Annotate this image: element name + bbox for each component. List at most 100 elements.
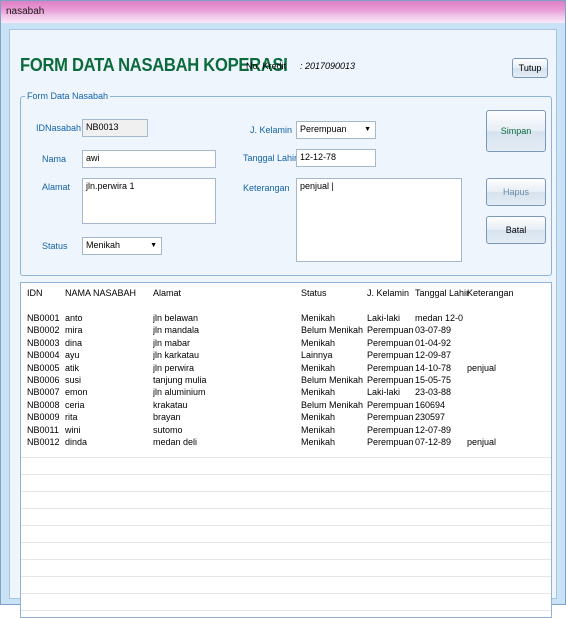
status-label: Status bbox=[42, 241, 68, 251]
app-window: nasabah FORM DATA NASABAH KOPERASI No. K… bbox=[0, 0, 566, 618]
table-row[interactable]: NB0008 ceria krakatau Belum Menikah Perempua… bbox=[21, 400, 551, 412]
empty-row-line bbox=[21, 610, 551, 612]
nasabah-table[interactable]: IDN NAMA NASABAH Alamat Status J. Kelami… bbox=[20, 282, 552, 618]
alamat-field[interactable]: jln.perwira 1 bbox=[82, 178, 216, 224]
empty-row-line bbox=[21, 525, 551, 527]
column-header[interactable]: NAMA NASABAH bbox=[65, 288, 136, 298]
table-row[interactable]: NB0004 ayu jln karkatau Lainnya Perempuan 12-… bbox=[21, 350, 551, 362]
table-header: IDN NAMA NASABAH Alamat Status J. Kelami… bbox=[21, 283, 551, 305]
table-cell: medan 12-08-... bbox=[415, 313, 463, 323]
table-cell: penjual bbox=[467, 362, 497, 373]
table-cell: Menikah bbox=[301, 313, 336, 323]
chevron-down-icon[interactable]: ▼ bbox=[364, 126, 371, 133]
column-header[interactable]: J. Kelamin bbox=[367, 288, 409, 298]
table-row[interactable]: NB0012 dinda medan deli Menikah Perempuan 07-… bbox=[21, 437, 551, 449]
table-cell: 01-04-92 bbox=[415, 337, 452, 348]
table-cell: NB0007 bbox=[27, 387, 60, 398]
table-cell: Perempuan bbox=[367, 437, 414, 447]
jkelamin-value: Perempuan bbox=[300, 124, 347, 134]
empty-row-line bbox=[21, 508, 551, 510]
simpan-button-label: Simpan bbox=[500, 126, 532, 136]
table-cell: wini bbox=[65, 424, 81, 435]
table-cell: Belum Menikah bbox=[301, 375, 364, 385]
simpan-button[interactable]: Simpan bbox=[486, 110, 546, 152]
table-cell: emon bbox=[65, 387, 88, 398]
table-cell: 12-07-89 bbox=[415, 424, 452, 435]
table-cell: jln mabar bbox=[153, 337, 191, 348]
table-cell: 03-07-89 bbox=[415, 325, 452, 336]
idnasabah-field[interactable]: NB0013 bbox=[82, 119, 148, 137]
alamat-label: Alamat bbox=[42, 182, 71, 192]
keterangan-value: penjual | bbox=[300, 181, 334, 191]
table-cell: penjual bbox=[467, 437, 497, 447]
table-cell: rita bbox=[65, 412, 78, 423]
hapus-button-label: Hapus bbox=[502, 187, 529, 197]
table-cell: Menikah bbox=[301, 362, 336, 373]
table-cell: Laki-laki bbox=[367, 387, 401, 398]
column-header[interactable]: Status bbox=[301, 288, 327, 298]
close-button[interactable]: Tutup bbox=[512, 58, 548, 78]
table-cell: tanjung mulia bbox=[153, 375, 207, 385]
keterangan-label: Keterangan bbox=[243, 183, 290, 193]
jkelamin-select[interactable]: Perempuan ▼ bbox=[296, 121, 376, 139]
keterangan-field[interactable]: penjual | bbox=[296, 178, 462, 262]
table-cell: 07-12-89 bbox=[415, 437, 452, 447]
empty-row-line bbox=[21, 593, 551, 595]
table-row[interactable]: NB0007 emon jln aluminium Menikah Laki-laki 2… bbox=[21, 387, 551, 399]
batal-button[interactable]: Batal bbox=[486, 216, 546, 244]
table-cell: Perempuan bbox=[367, 424, 414, 435]
table-cell: Menikah bbox=[301, 437, 336, 447]
group-box-label: Form Data Nasabah bbox=[25, 91, 111, 101]
table-cell: jln belawan bbox=[153, 313, 199, 323]
table-cell: dinda bbox=[65, 437, 88, 447]
nama-label: Nama bbox=[42, 154, 67, 164]
no-kredit-value: : 2017090013 bbox=[300, 61, 356, 71]
table-cell: 14-10-78 bbox=[415, 362, 452, 373]
table-row[interactable]: NB0005 atik jln perwira Menikah Perempuan 14-… bbox=[21, 363, 551, 375]
table-cell: Perempuan bbox=[367, 412, 414, 423]
column-header[interactable]: Alamat bbox=[153, 288, 181, 298]
batal-button-label: Batal bbox=[505, 225, 527, 235]
table-row[interactable]: NB0002 mira jln mandala Belum Menikah Peremp… bbox=[21, 325, 551, 337]
title-bar[interactable]: nasabah bbox=[1, 1, 565, 23]
table-cell: jln perwira bbox=[153, 362, 195, 373]
table-row[interactable]: NB0006 susi tanjung mulia Belum Menikah Pere… bbox=[21, 375, 551, 387]
tanggal-lahir-label: Tanggal Lahir bbox=[243, 153, 298, 163]
table-cell: Menikah bbox=[301, 337, 336, 348]
table-cell: ceria bbox=[65, 399, 85, 410]
table-row[interactable]: NB0009 rita brayan Menikah Perempuan 230597 bbox=[21, 412, 551, 424]
table-row[interactable]: NB0003 dina jln mabar Menikah Perempuan 01-04… bbox=[21, 338, 551, 350]
table-cell: Belum Menikah bbox=[301, 325, 364, 336]
status-value: Menikah bbox=[86, 240, 121, 250]
table-cell: Perempuan bbox=[367, 325, 414, 336]
idnasabah-value: NB0013 bbox=[86, 122, 119, 132]
table-cell: ayu bbox=[65, 350, 80, 361]
nama-field[interactable]: awi bbox=[82, 150, 216, 168]
table-cell: 12-09-87 bbox=[415, 350, 452, 361]
table-cell: Perempuan bbox=[367, 350, 414, 361]
status-select[interactable]: Menikah ▼ bbox=[82, 237, 162, 255]
no-kredit-label: No. Kredit bbox=[246, 61, 287, 71]
table-cell: 23-03-88 bbox=[415, 387, 452, 398]
column-header[interactable]: IDN bbox=[27, 288, 43, 298]
table-cell: 160694 bbox=[415, 399, 446, 410]
table-cell: NB0004 bbox=[27, 350, 60, 361]
column-header[interactable]: Keterangan bbox=[467, 288, 514, 298]
tanggal-lahir-field[interactable]: 12-12-78 bbox=[296, 149, 376, 167]
close-button-label: Tutup bbox=[518, 63, 542, 73]
table-cell: Laki-laki bbox=[367, 313, 401, 323]
form-body: FORM DATA NASABAH KOPERASI No. Kredit : … bbox=[9, 29, 557, 618]
chevron-down-icon[interactable]: ▼ bbox=[150, 242, 157, 249]
table-cell: Menikah bbox=[301, 424, 336, 435]
column-header[interactable]: Tanggal Lahir bbox=[415, 288, 469, 298]
table-cell: NB0011 bbox=[27, 424, 59, 435]
jkelamin-label: J. Kelamin bbox=[250, 125, 293, 135]
empty-row-line bbox=[21, 576, 551, 578]
hapus-button[interactable]: Hapus bbox=[486, 178, 546, 206]
table-cell: NB0009 bbox=[27, 412, 60, 423]
empty-row-line bbox=[21, 474, 551, 476]
table-cell: NB0001 bbox=[27, 313, 60, 323]
table-row[interactable]: NB0001 anto jln belawan Menikah Laki-laki med… bbox=[21, 313, 551, 325]
table-row[interactable]: NB0011 wini sutomo Menikah Perempuan 12-07-89 bbox=[21, 425, 551, 437]
empty-row-line bbox=[21, 542, 551, 544]
